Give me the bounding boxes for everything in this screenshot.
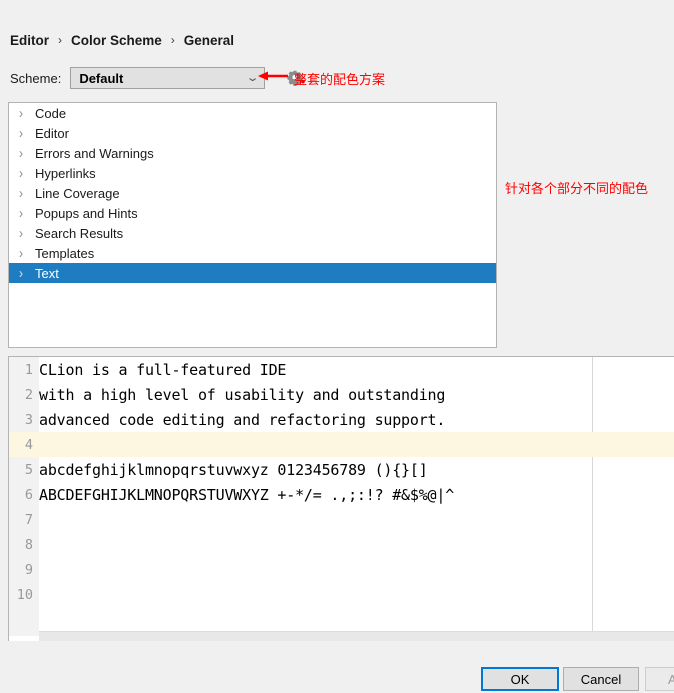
line-number: 8 xyxy=(9,537,39,553)
code-line: 5 abcdefghijklmnopqrstuvwxyz 0123456789 … xyxy=(9,457,674,482)
tree-item-templates[interactable]: › Templates xyxy=(9,243,496,263)
code-line: 8 xyxy=(9,532,674,557)
line-text: advanced code editing and refactoring su… xyxy=(39,411,445,429)
code-line: 3 advanced code editing and refactoring … xyxy=(9,407,674,432)
code-line: 9 xyxy=(9,557,674,582)
tree-item-label: Line Coverage xyxy=(35,186,120,201)
tree-item-label: Code xyxy=(35,106,66,121)
line-number: 2 xyxy=(9,387,39,403)
horizontal-scrollbar[interactable] xyxy=(39,631,674,641)
tree-item-label: Hyperlinks xyxy=(35,166,96,181)
code-line: 10 xyxy=(9,582,674,607)
line-number: 10 xyxy=(9,587,39,603)
tree-item-label: Search Results xyxy=(35,226,123,241)
color-preview-editor[interactable]: 1 CLion is a full-featured IDE 2 with a … xyxy=(8,356,674,641)
tree-item-label: Editor xyxy=(35,126,69,141)
apply-button[interactable]: A xyxy=(645,667,674,691)
scheme-dropdown[interactable]: Default ⌄ xyxy=(70,67,265,89)
tree-item-label: Text xyxy=(35,266,59,281)
line-number: 5 xyxy=(9,462,39,478)
tree-item-hyperlinks[interactable]: › Hyperlinks xyxy=(9,163,496,183)
chevron-right-icon[interactable]: › xyxy=(19,106,35,121)
chevron-right-icon[interactable]: › xyxy=(19,226,35,241)
code-line: 7 xyxy=(9,507,674,532)
annotation-label-scheme: 整套的配色方案 xyxy=(294,69,385,88)
tree-item-label: Popups and Hints xyxy=(35,206,138,221)
annotation-arrow-scheme xyxy=(258,70,288,82)
line-text: with a high level of usability and outst… xyxy=(39,386,445,404)
code-line: 1 CLion is a full-featured IDE xyxy=(9,357,674,382)
code-line: 2 with a high level of usability and out… xyxy=(9,382,674,407)
tree-item-code[interactable]: › Code xyxy=(9,103,496,123)
tree-item-search-results[interactable]: › Search Results xyxy=(9,223,496,243)
breadcrumb: Editor › Color Scheme › General xyxy=(10,30,234,50)
tree-item-label: Templates xyxy=(35,246,94,261)
line-text: CLion is a full-featured IDE xyxy=(39,361,286,379)
tree-item-text[interactable]: › Text xyxy=(9,263,496,283)
chevron-right-icon[interactable]: › xyxy=(19,166,35,181)
tree-item-label: Errors and Warnings xyxy=(35,146,154,161)
line-number: 7 xyxy=(9,512,39,528)
breadcrumb-separator-icon: › xyxy=(58,33,62,47)
chevron-right-icon[interactable]: › xyxy=(19,146,35,161)
line-number: 6 xyxy=(9,487,39,503)
code-line-caret: 4 xyxy=(9,432,674,457)
cancel-button[interactable]: Cancel xyxy=(563,667,639,691)
breadcrumb-item-editor[interactable]: Editor xyxy=(10,33,49,48)
scheme-dropdown-value: Default xyxy=(79,71,248,86)
ok-button[interactable]: OK xyxy=(481,667,559,691)
chevron-right-icon[interactable]: › xyxy=(19,126,35,141)
chevron-right-icon[interactable]: › xyxy=(19,246,35,261)
breadcrumb-item-color-scheme[interactable]: Color Scheme xyxy=(71,33,162,48)
line-number: 1 xyxy=(9,362,39,378)
scheme-label: Scheme: xyxy=(10,71,61,86)
tree-item-editor[interactable]: › Editor xyxy=(9,123,496,143)
color-settings-tree[interactable]: › Code › Editor › Errors and Warnings › … xyxy=(8,102,497,348)
line-number: 9 xyxy=(9,562,39,578)
code-line: 6 ABCDEFGHIJKLMNOPQRSTUVWXYZ +-*/= .,;:!… xyxy=(9,482,674,507)
chevron-right-icon[interactable]: › xyxy=(19,206,35,221)
tree-item-line-coverage[interactable]: › Line Coverage xyxy=(9,183,496,203)
line-number: 3 xyxy=(9,412,39,428)
breadcrumb-item-general: General xyxy=(184,33,234,48)
annotation-label-tree: 针对各个部分不同的配色 xyxy=(505,178,648,197)
tree-item-errors-and-warnings[interactable]: › Errors and Warnings xyxy=(9,143,496,163)
line-number: 4 xyxy=(9,437,39,453)
chevron-right-icon[interactable]: › xyxy=(19,186,35,201)
line-text: ABCDEFGHIJKLMNOPQRSTUVWXYZ +-*/= .,;:!? … xyxy=(39,486,454,504)
breadcrumb-separator-icon: › xyxy=(171,33,175,47)
tree-item-popups-and-hints[interactable]: › Popups and Hints xyxy=(9,203,496,223)
chevron-right-icon[interactable]: › xyxy=(19,266,35,281)
dialog-footer: OK Cancel A xyxy=(0,641,674,693)
line-text: abcdefghijklmnopqrstuvwxyz 0123456789 ()… xyxy=(39,461,428,479)
